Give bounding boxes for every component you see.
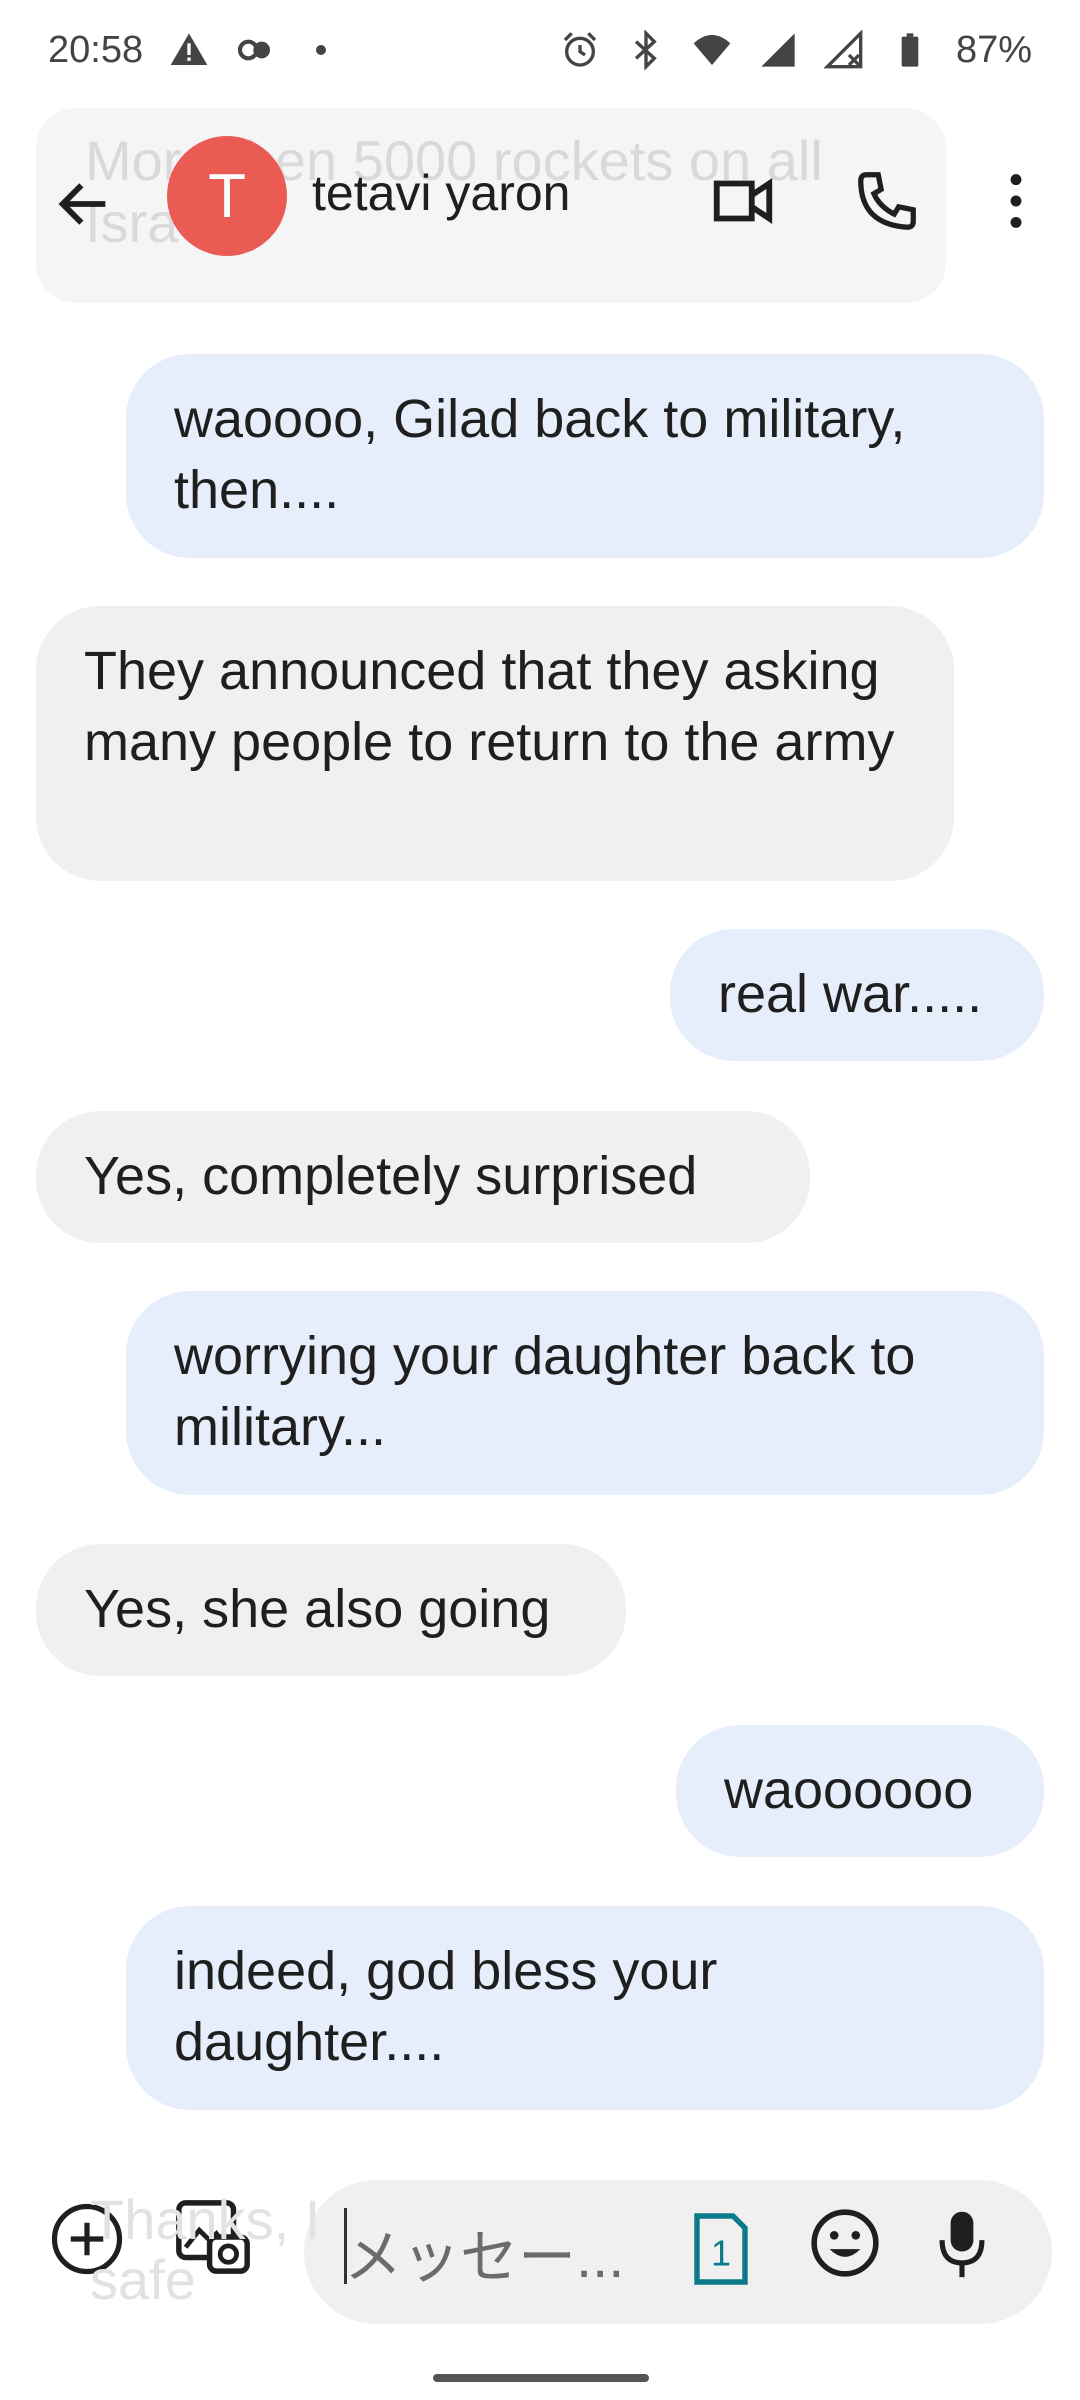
signal-icon — [758, 30, 798, 70]
status-bar: 20:58 87% — [0, 0, 1080, 100]
alarm-icon — [560, 30, 600, 70]
message-bubble-sent[interactable]: waoooo, Gilad back to military, then.... — [126, 354, 1044, 558]
message-bubble-sent[interactable]: indeed, god bless your daughter.... — [126, 1906, 1044, 2110]
dot-icon — [301, 30, 341, 70]
message-list: waoooo, Gilad back to military, then....… — [0, 0, 1080, 2400]
bluetooth-icon — [626, 30, 666, 70]
message-bubble-sent[interactable]: waoooooo — [676, 1725, 1044, 1857]
message-bubble-sent[interactable]: worrying your daughter back to military.… — [126, 1291, 1044, 1495]
avatar[interactable]: T — [167, 136, 287, 256]
message-bubble-sent[interactable]: real war..... — [670, 929, 1044, 1061]
avatar-letter: T — [208, 161, 246, 231]
back-arrow-icon[interactable] — [52, 172, 116, 236]
battery-icon — [890, 30, 930, 70]
conversation-header: T tetavi yaron — [0, 110, 1080, 290]
more-vert-icon[interactable] — [992, 166, 1040, 236]
message-bubble-received[interactable]: They announced that they asking many peo… — [36, 606, 954, 881]
signal-off-icon — [823, 30, 864, 70]
video-call-icon[interactable] — [708, 166, 778, 236]
phone-icon[interactable] — [852, 166, 922, 236]
contact-name[interactable]: tetavi yaron — [312, 164, 570, 222]
link-icon — [235, 30, 275, 70]
battery-percent: 87% — [955, 28, 1032, 71]
status-time: 20:58 — [48, 28, 144, 71]
message-bubble-received[interactable]: Yes, completely surprised — [36, 1111, 810, 1243]
warning-icon — [169, 30, 209, 70]
wifi-icon — [692, 30, 732, 70]
message-bubble-received[interactable]: Yes, she also going — [36, 1544, 626, 1676]
